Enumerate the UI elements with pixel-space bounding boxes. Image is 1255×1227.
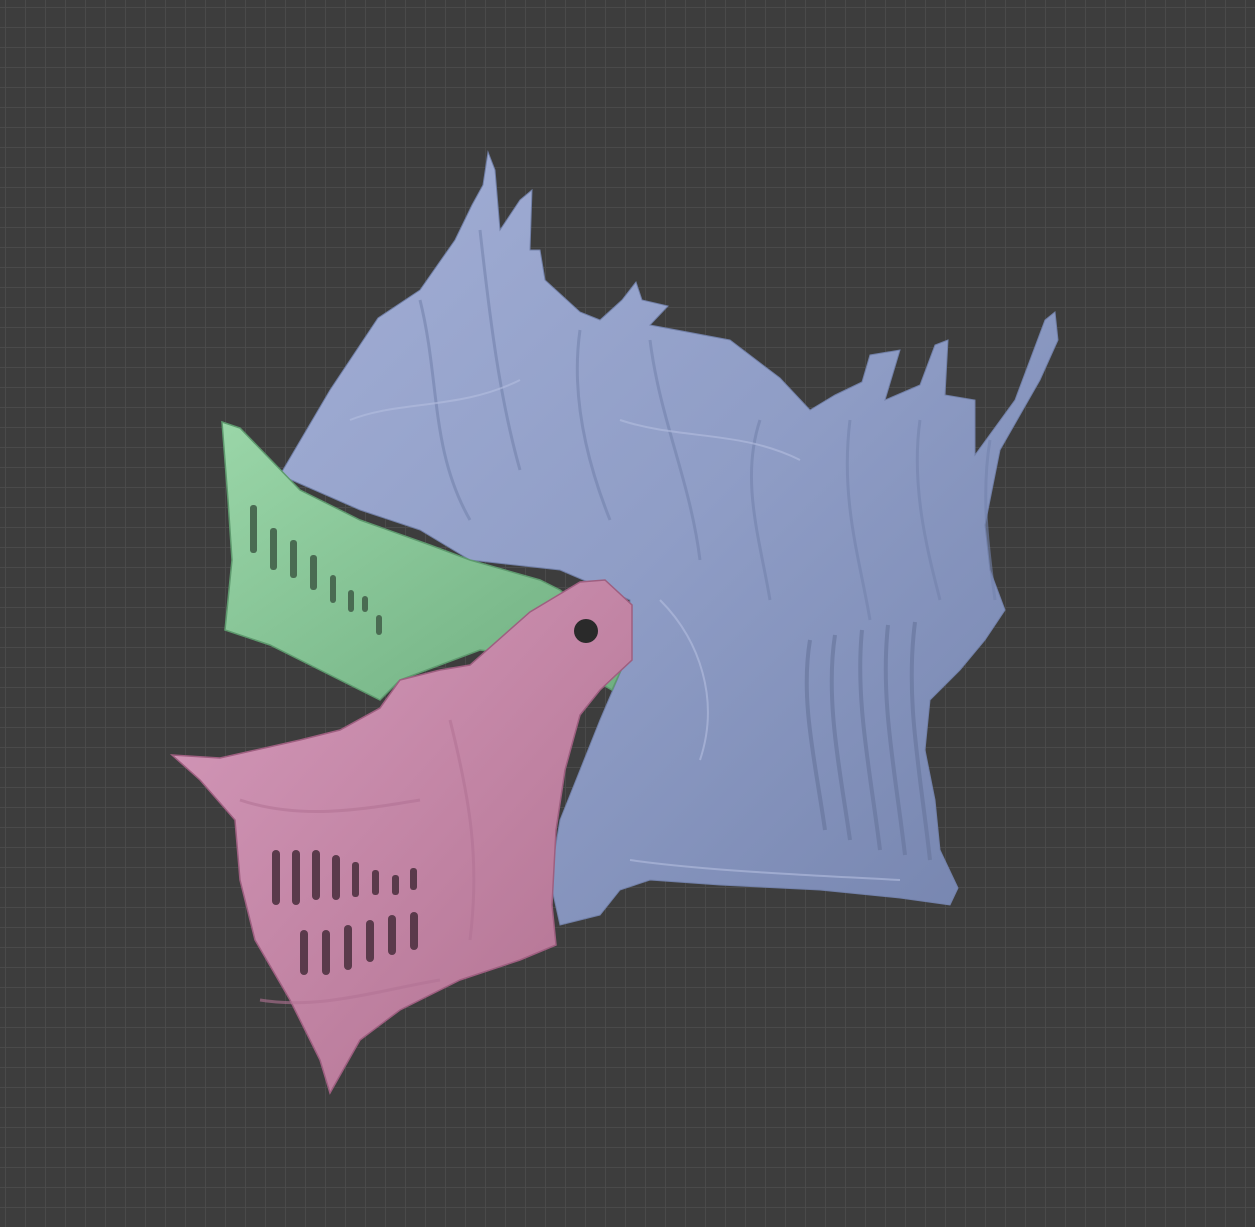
rivet-hole-icon [574,619,598,643]
3d-viewport[interactable] [0,0,1255,1227]
helmet-model[interactable] [0,0,1255,1227]
